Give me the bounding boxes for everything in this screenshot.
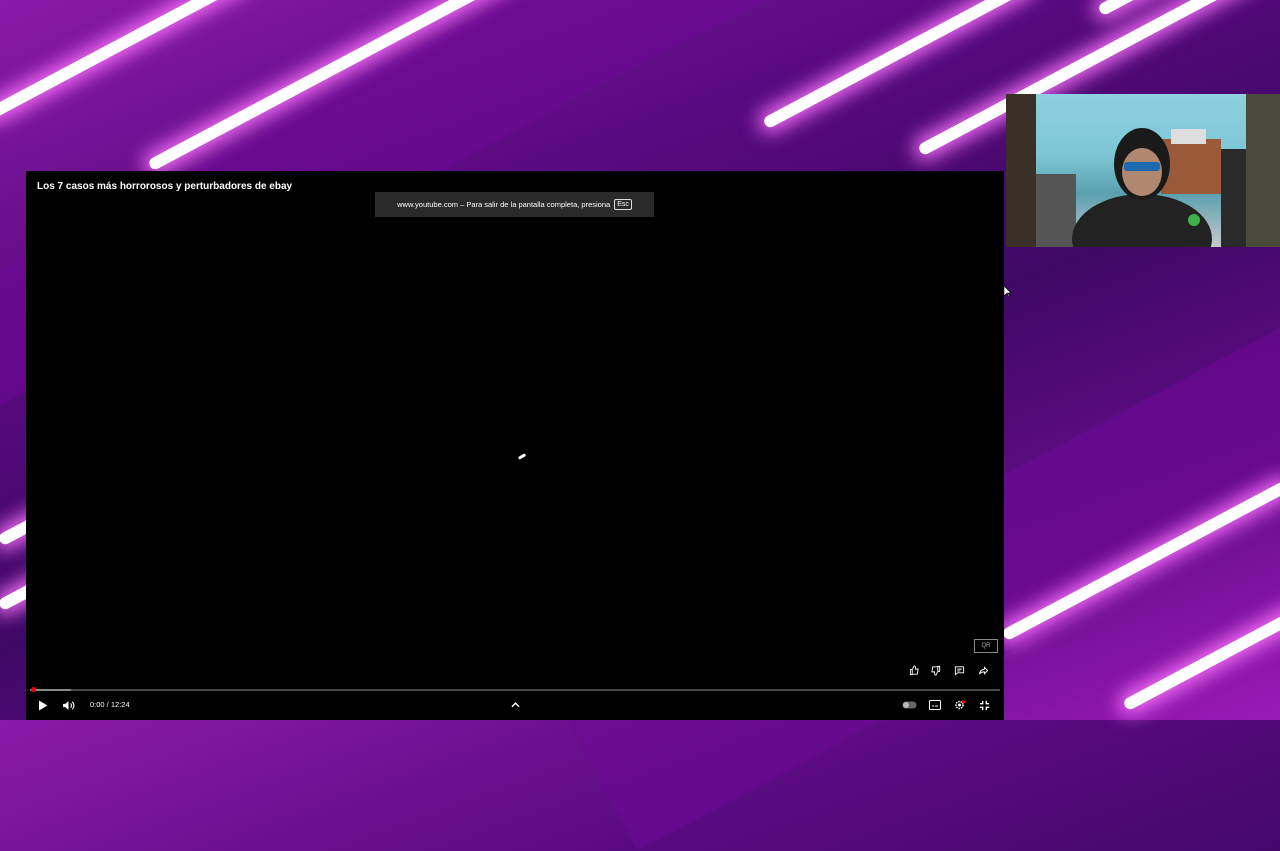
fullscreen-notice: www.youtube.com – Para salir de la panta… — [375, 192, 654, 217]
play-icon — [39, 700, 48, 710]
like-button[interactable] — [906, 662, 922, 678]
chapters-button[interactable] — [508, 696, 522, 714]
neon-stripe — [1122, 606, 1280, 712]
channel-watermark[interactable]: QR — [974, 639, 998, 653]
video-player[interactable]: Los 7 casos más horrorosos y perturbador… — [26, 171, 1004, 720]
subtitles-icon — [929, 700, 941, 710]
progress-scrubber[interactable] — [31, 687, 36, 692]
progress-buffer — [30, 689, 71, 691]
autoplay-toggle[interactable] — [901, 696, 917, 714]
exit-fullscreen-button[interactable] — [976, 696, 992, 714]
neon-stripe — [0, 0, 249, 120]
video-title: Los 7 casos más horrorosos y perturbador… — [37, 181, 293, 192]
thumbs-down-icon — [930, 665, 940, 676]
exit-fullscreen-icon — [979, 700, 989, 710]
mouse-cursor — [1004, 286, 1012, 298]
play-button[interactable] — [36, 696, 50, 714]
thumbs-up-icon — [909, 664, 919, 675]
webcam-person-image — [1006, 94, 1280, 247]
gear-icon — [955, 700, 966, 710]
share-button[interactable] — [975, 662, 991, 678]
fullscreen-notice-text: www.youtube.com – Para salir de la panta… — [397, 200, 611, 209]
settings-button[interactable] — [951, 696, 969, 714]
chevron-up-icon — [510, 702, 520, 708]
volume-icon — [62, 700, 74, 710]
progress-bar[interactable] — [30, 687, 1000, 692]
loading-spinner — [517, 453, 527, 460]
subtitles-button[interactable] — [927, 696, 943, 714]
webcam-overlay — [1006, 94, 1280, 247]
esc-key-badge: Esc — [614, 199, 632, 210]
comment-icon — [954, 665, 964, 676]
dislike-button[interactable] — [927, 662, 943, 678]
comments-button[interactable] — [951, 662, 967, 678]
time-display: 0:00 / 12:24 — [90, 700, 130, 709]
autoplay-toggle-icon — [902, 701, 916, 709]
volume-button[interactable] — [60, 696, 76, 714]
share-icon — [978, 665, 988, 675]
